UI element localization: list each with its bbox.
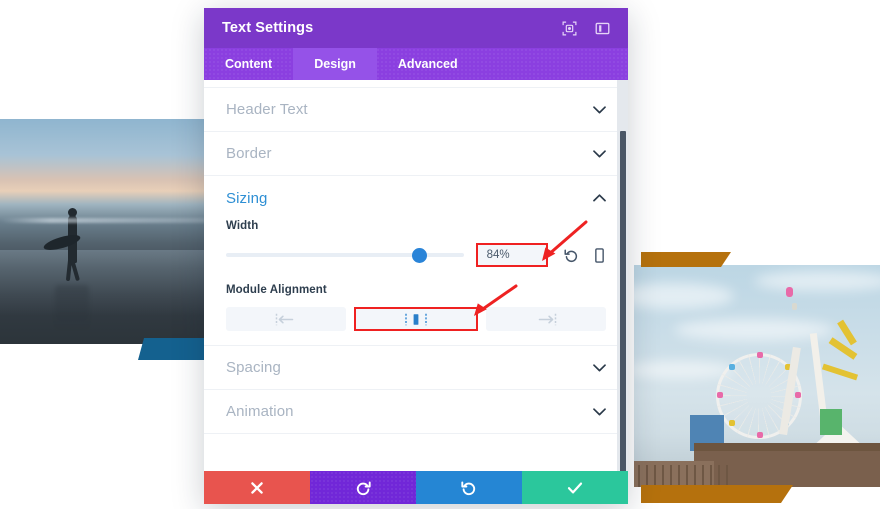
cancel-button[interactable] <box>204 471 310 504</box>
pier-building-green <box>820 409 842 435</box>
focus-target-icon[interactable] <box>561 20 577 36</box>
chevron-up-icon <box>593 194 606 202</box>
section-label: Header Text <box>226 101 308 118</box>
tab-design[interactable]: Design <box>293 48 377 80</box>
slider-handle[interactable] <box>412 247 427 263</box>
pier-ferris-wheel-photo <box>634 265 880 487</box>
chevron-down-icon <box>593 105 606 114</box>
section-label: Sizing <box>226 189 268 207</box>
section-sizing-header[interactable]: Sizing <box>204 176 628 220</box>
section-header-text[interactable]: Header Text <box>204 88 628 132</box>
undo-button[interactable] <box>310 471 416 504</box>
section-border[interactable]: Border <box>204 132 628 176</box>
panel-layout-icon[interactable] <box>594 20 610 36</box>
width-field-icons <box>564 247 606 263</box>
section-animation[interactable]: Animation <box>204 390 628 434</box>
modal-footer <box>204 471 628 504</box>
section-sizing: Sizing Width 84% Module Alignment <box>204 176 628 346</box>
text-settings-modal: Text Settings Content Design Advanced He… <box>204 8 628 504</box>
width-value-box[interactable]: 84% <box>475 243 548 267</box>
scrolled-partial-row <box>204 80 628 88</box>
slider-track <box>226 253 464 257</box>
section-label: Border <box>226 145 272 162</box>
align-center-button[interactable] <box>354 307 478 331</box>
surfer-sunset-photo <box>0 119 205 344</box>
kite-tail-icon <box>792 303 797 310</box>
redo-button[interactable] <box>416 471 522 504</box>
align-left-button[interactable] <box>226 307 346 331</box>
surfer-reflection <box>55 285 89 331</box>
page-title: Text Settings <box>222 20 314 36</box>
width-label: Width <box>226 220 259 232</box>
modal-scrollbar[interactable] <box>617 80 628 471</box>
undo-reset-icon[interactable] <box>564 248 579 263</box>
modal-titlebar: Text Settings <box>204 8 628 48</box>
screenshot-root: Text Settings Content Design Advanced He… <box>0 0 880 509</box>
chevron-down-icon <box>593 363 606 372</box>
section-spacing[interactable]: Spacing <box>204 346 628 390</box>
pier-posts <box>634 465 732 487</box>
modal-body: Header Text Border Sizing Width 84% Modu… <box>204 80 628 471</box>
orange-angled-banner-bottom <box>641 485 793 503</box>
tab-content[interactable]: Content <box>204 48 293 80</box>
kite-icon <box>786 287 793 297</box>
module-alignment-label: Module Alignment <box>226 284 327 296</box>
scrollbar-thumb[interactable] <box>620 131 626 471</box>
align-right-button[interactable] <box>486 307 606 331</box>
module-alignment-field: Module Alignment <box>204 284 628 331</box>
mobile-device-icon[interactable] <box>593 247 606 263</box>
save-button[interactable] <box>522 471 628 504</box>
orange-angled-banner-top <box>641 252 731 267</box>
tab-advanced[interactable]: Advanced <box>377 48 479 80</box>
titlebar-actions <box>561 20 610 36</box>
chevron-down-icon <box>593 407 606 416</box>
width-slider[interactable] <box>226 247 464 263</box>
modal-tabs: Content Design Advanced <box>204 48 628 80</box>
section-label: Spacing <box>226 359 281 376</box>
surfer-figure <box>42 208 89 285</box>
section-label: Animation <box>226 403 294 420</box>
chevron-down-icon <box>593 149 606 158</box>
width-field: Width 84% <box>204 220 628 267</box>
